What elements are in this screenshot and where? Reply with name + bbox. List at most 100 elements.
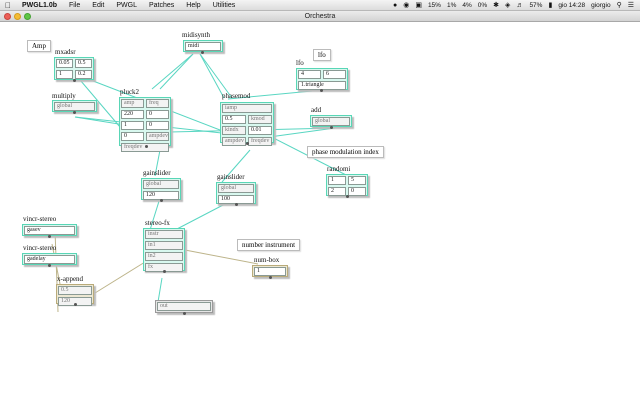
patch-canvas[interactable]: Amp lfo phase modulation index number in… [0,22,640,400]
outlet-pin[interactable] [74,303,77,306]
mxadsr-value-3[interactable]: 1 [56,70,73,79]
wire-xappend-stereofx[interactable] [94,261,146,294]
phasemod-ampdev-inlet[interactable]: ampdev [222,137,246,146]
menu-utilities[interactable]: Utilities [207,0,242,11]
outlet-pin[interactable] [235,203,238,206]
menu-edit[interactable]: Edit [86,0,110,11]
outlet-pin[interactable] [48,235,51,238]
outlet-pin[interactable] [73,79,76,82]
pluck2-value-0c[interactable]: 0 [121,132,144,141]
notification-center-icon[interactable]: ☰ [628,0,634,11]
pluck2-value-220[interactable]: 220 [121,110,144,119]
x-append-value-1[interactable]: 0.5 [58,286,92,295]
num-box-value[interactable]: 1 [254,267,286,276]
note-lfo[interactable]: lfo [313,49,331,61]
vincr-stereo-2-input[interactable]: gadelay [24,255,75,264]
stereo-fx-in1-inlet[interactable]: in1 [145,241,183,250]
wire-midisynth-phasemod-b[interactable] [199,53,225,99]
stereo-fx-in2-inlet[interactable]: in2 [145,252,183,261]
gainslider-1-input[interactable]: global [143,180,179,189]
volume-icon[interactable]: ♬ [516,0,523,11]
menu-help[interactable]: Help [180,0,206,11]
outlet-pin[interactable] [320,89,323,92]
battery-icon[interactable]: ▮ [548,0,552,11]
phasemod-freqdev-inlet[interactable]: freqdev [248,137,272,146]
status-app-icon-2[interactable]: ◉ [403,0,409,11]
status-indicator-3[interactable]: 4% [462,0,471,11]
box-gainslider-1[interactable]: global 120 [141,178,181,200]
wire-numbox-stereofx[interactable] [184,249,259,265]
status-indicator-2[interactable]: 1% [447,0,456,11]
phasemod-kindx-inlet[interactable]: kindx [222,126,246,135]
pluck2-value-0[interactable]: 0 [146,110,169,119]
box-lfo[interactable]: 4 6 1.triangle [296,68,348,90]
outlet-pin[interactable] [269,276,272,279]
vincr-stereo-1-input[interactable]: gasev [24,226,75,235]
outlet-pin[interactable] [73,111,76,114]
status-app-icon-3[interactable]: ▣ [415,0,422,11]
wire-stereofx-out[interactable] [157,277,163,303]
add-input[interactable]: global [312,117,350,126]
status-indicator-4[interactable]: 0% [478,0,487,11]
spotlight-search-icon[interactable]: ⚲ [617,0,622,11]
status-app-icon[interactable]: ● [393,0,397,11]
box-phasemod[interactable]: iamp 0.5 kmod kindx 0.01 ampdev freqdev [220,102,274,146]
pluck2-value-0b[interactable]: 0 [146,121,169,130]
randomi-value-2[interactable]: 5 [348,176,366,185]
minimize-window-button[interactable] [14,13,21,20]
wire-midisynth-pluck2-b[interactable] [151,53,194,90]
note-amp[interactable]: Amp [27,40,51,52]
randomi-value-3[interactable]: 2 [328,187,346,196]
outlet-pin[interactable] [48,264,51,267]
battery-percentage[interactable]: 57% [529,0,542,11]
phasemod-value-05[interactable]: 0.5 [222,115,246,124]
box-mxadsr[interactable]: 0.05 0.5 1 0.2 [54,57,94,80]
outlet-pin[interactable] [246,142,249,145]
menubar-user[interactable]: giorgio [591,0,611,11]
pluck2-amp-inlet[interactable]: amp [121,99,144,108]
outlet-pin[interactable] [201,51,204,54]
menubar-clock[interactable]: gio 14:28 [558,0,585,11]
close-window-button[interactable] [4,13,11,20]
stereo-fx-instr-inlet[interactable]: instr [145,230,183,239]
menu-file[interactable]: File [63,0,86,11]
box-pluck2[interactable]: amp freq 220 0 1 0 0 ampdev freqdev [119,97,171,152]
outlet-pin[interactable] [183,312,186,315]
wifi-icon[interactable]: ◈ [505,0,510,11]
box-x-append[interactable]: 0.5 120 [56,284,94,306]
menu-pwgl[interactable]: PWGL [110,0,143,11]
pluck2-value-1[interactable]: 1 [121,121,144,130]
randomi-value-4[interactable]: 0 [348,187,366,196]
zoom-window-button[interactable] [24,13,31,20]
mxadsr-value-1[interactable]: 0.05 [56,59,73,68]
pluck2-freq-inlet[interactable]: freq [146,99,169,108]
phasemod-iamp-inlet[interactable]: iamp [222,104,272,113]
wire-midisynth-pluck2[interactable] [159,53,194,90]
note-phase-modulation-index[interactable]: phase modulation index [307,146,384,158]
outlet-pin[interactable] [346,195,349,198]
box-gainslider-2[interactable]: global 100 [216,182,256,204]
note-number-instrument[interactable]: number instrument [237,239,301,251]
outlet-pin[interactable] [160,199,163,202]
phasemod-value-001[interactable]: 0.01 [248,126,272,135]
pluck2-ampdev-inlet[interactable]: ampdev [146,132,169,141]
lfo-amp-value[interactable]: 4 [298,70,321,79]
lfo-freq-value[interactable]: 6 [323,70,346,79]
phasemod-kmod-inlet[interactable]: kmod [248,115,272,124]
mxadsr-value-2[interactable]: 0.5 [75,59,92,68]
menu-app-name[interactable]: PWGL1.0b [16,0,63,11]
outlet-pin[interactable] [330,126,333,129]
multiply-input[interactable]: global [54,102,95,111]
out-label[interactable]: out [157,302,211,311]
gainslider-2-input[interactable]: global [218,184,254,193]
bluetooth-icon[interactable]: ✱ [493,0,499,11]
outlet-pin[interactable] [145,145,148,148]
status-indicator-1[interactable]: 15% [428,0,441,11]
menu-patches[interactable]: Patches [143,0,180,11]
apple-menu-icon[interactable]:  [0,0,16,11]
mxadsr-value-4[interactable]: 0.2 [75,70,92,79]
box-stereo-fx[interactable]: instr in1 in2 fx [143,228,185,272]
outlet-pin[interactable] [163,270,166,273]
randomi-value-1[interactable]: 1 [328,176,346,185]
midisynth-input[interactable]: midi [185,42,221,51]
